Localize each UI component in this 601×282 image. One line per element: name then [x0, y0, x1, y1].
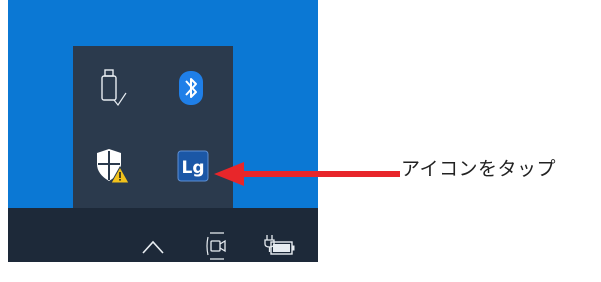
- battery-plug-icon[interactable]: [261, 228, 297, 264]
- lg-app-icon[interactable]: Lg: [171, 144, 215, 188]
- usb-drive-icon[interactable]: [91, 66, 135, 110]
- camera-icon[interactable]: [199, 228, 235, 264]
- desktop-screenshot: Lg: [8, 0, 318, 282]
- tray-overflow-popup: Lg: [73, 46, 233, 208]
- lg-app-icon-label: Lg: [181, 158, 204, 178]
- screenshot-bottom-edge: [8, 262, 318, 282]
- bluetooth-icon[interactable]: [169, 66, 213, 110]
- show-hidden-icons-chevron-icon[interactable]: [135, 229, 171, 265]
- instruction-label: アイコンをタップ: [401, 158, 557, 180]
- windows-security-warning-icon[interactable]: [91, 144, 135, 188]
- pointer-arrow: [214, 162, 400, 186]
